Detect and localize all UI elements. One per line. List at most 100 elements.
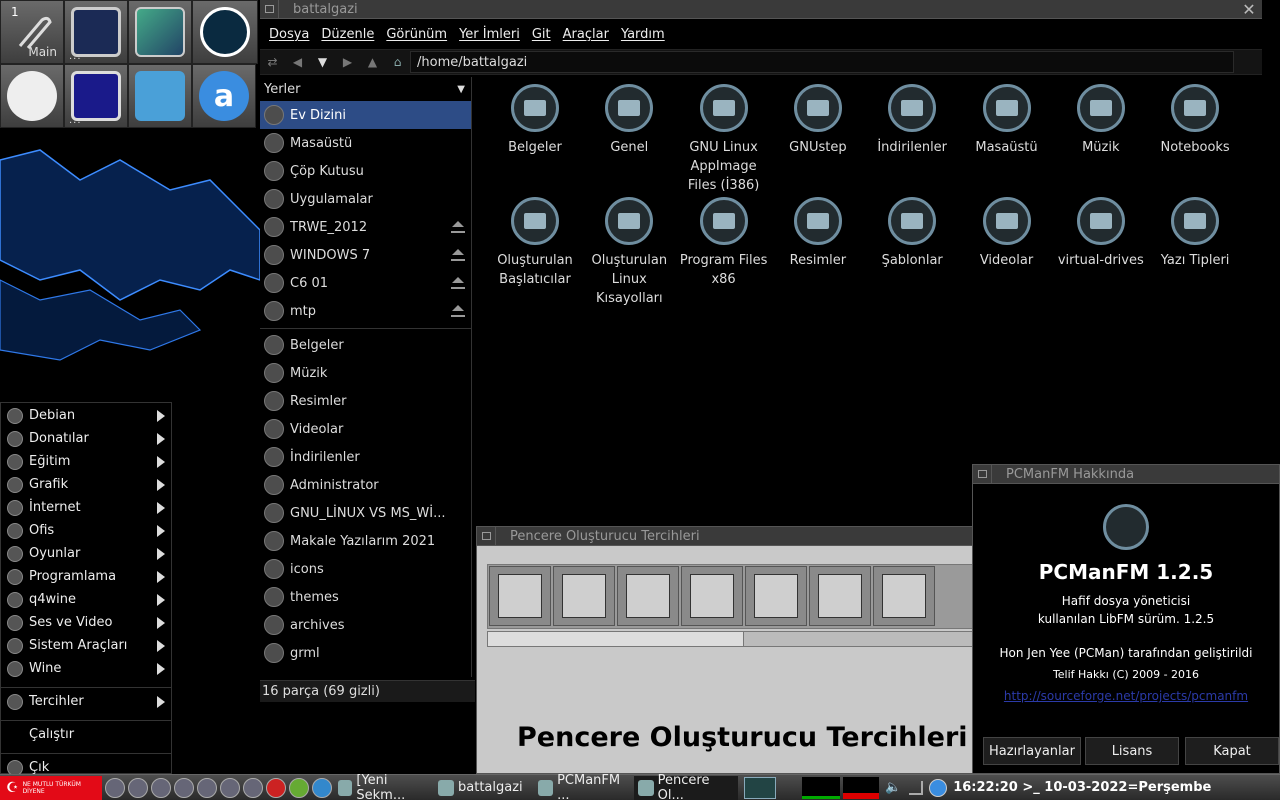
eject-icon[interactable]: [451, 305, 465, 317]
file-item[interactable]: Masaüstü: [960, 80, 1054, 157]
menu-category[interactable]: Ses ve Video: [1, 611, 171, 634]
quicklaunch-files-icon[interactable]: [128, 777, 148, 798]
file-item[interactable]: İndirilenler: [865, 80, 959, 157]
task-prefs[interactable]: Pencere Ol...: [634, 773, 738, 800]
quicklaunch-compass-icon[interactable]: [197, 777, 217, 798]
menu-category[interactable]: Programlama: [1, 565, 171, 588]
sidebar-item[interactable]: Resimler: [260, 387, 471, 415]
file-item[interactable]: Oluşturulan Linux Kısayolları: [582, 193, 676, 308]
task-about[interactable]: PCManFM ...: [534, 773, 632, 800]
dock-app-aperture[interactable]: [128, 64, 192, 128]
task-file-manager[interactable]: battalgazi: [434, 776, 532, 800]
sidebar-item[interactable]: Çöp Kutusu: [260, 157, 471, 185]
network-icon[interactable]: [929, 778, 948, 797]
quicklaunch-search-icon[interactable]: [243, 777, 263, 798]
sidebar-item[interactable]: Belgeler: [260, 331, 471, 359]
menu-bookmarks[interactable]: Yer İmleri: [459, 27, 520, 42]
file-item[interactable]: Videolar: [960, 193, 1054, 270]
about-titlebar[interactable]: PCManFM Hakkında: [973, 464, 1279, 484]
sidebar-header[interactable]: Yerler ▼: [260, 77, 471, 101]
sidebar-item[interactable]: Videolar: [260, 415, 471, 443]
path-input[interactable]: /home/battalgazi: [410, 51, 1234, 73]
back-icon[interactable]: ◀: [285, 51, 310, 73]
file-item[interactable]: virtual-drives: [1054, 193, 1148, 270]
turkish-flag-launcher[interactable]: ☪ NE MUTLU TÜRKÜM DİYENE: [0, 775, 102, 800]
sidebar-item[interactable]: Ev Dizini: [260, 101, 471, 129]
sidebar-item[interactable]: GNU_LİNUX VS MS_Wİ...: [260, 499, 471, 527]
close-icon[interactable]: ✕: [1236, 0, 1262, 19]
window-menu-icon[interactable]: [973, 464, 992, 484]
menu-category[interactable]: q4wine: [1, 588, 171, 611]
forward-icon[interactable]: ▶: [335, 51, 360, 73]
close-button[interactable]: Kapat: [1185, 737, 1279, 765]
menu-run[interactable]: Çalıştır: [1, 723, 171, 746]
dock-app-a[interactable]: a: [192, 64, 256, 128]
prefs-scrollbar[interactable]: [487, 631, 977, 647]
about-link[interactable]: http://sourceforge.net/projects/pcmanfm: [973, 689, 1279, 703]
dock-app-display[interactable]: ...: [64, 64, 128, 128]
menu-help[interactable]: Yardım: [621, 27, 665, 42]
quicklaunch-terminal-icon[interactable]: [105, 777, 125, 798]
dock-app-monitor[interactable]: ...: [64, 0, 128, 64]
menu-category[interactable]: Debian: [1, 404, 171, 427]
menu-category[interactable]: Grafik: [1, 473, 171, 496]
sidebar-item[interactable]: Makale Yazılarım 2021: [260, 527, 471, 555]
menu-tools[interactable]: Araçlar: [563, 27, 609, 42]
menu-category[interactable]: Oyunlar: [1, 542, 171, 565]
prefs-move-icon[interactable]: [553, 566, 615, 626]
sidebar-item[interactable]: Uygulamalar: [260, 185, 471, 213]
menu-edit[interactable]: Düzenle: [321, 27, 374, 42]
pager-icon[interactable]: [744, 776, 776, 799]
prefs-folder-icon[interactable]: [809, 566, 871, 626]
eject-icon[interactable]: [451, 249, 465, 261]
eject-icon[interactable]: [451, 221, 465, 233]
prefs-dialog-icon[interactable]: [745, 566, 807, 626]
menu-preferences[interactable]: Tercihler: [1, 690, 171, 713]
sidebar-item[interactable]: WINDOWS 7: [260, 241, 471, 269]
menu-category[interactable]: Sistem Araçları: [1, 634, 171, 657]
prefs-list-icon[interactable]: [617, 566, 679, 626]
prefs-window-icon[interactable]: [489, 566, 551, 626]
titlebar[interactable]: battalgazi ✕: [260, 0, 1262, 19]
new-tab-icon[interactable]: ⇄: [260, 51, 285, 73]
globe-icon[interactable]: [312, 777, 332, 798]
file-item[interactable]: Yazı Tipleri: [1148, 193, 1242, 270]
file-item[interactable]: Program Files x86: [677, 193, 771, 289]
window-menu-icon[interactable]: [260, 0, 279, 19]
menu-category[interactable]: İnternet: [1, 496, 171, 519]
prefs-titlebar[interactable]: Pencere Oluşturucu Tercihleri: [477, 526, 975, 546]
prefs-images-icon[interactable]: [681, 566, 743, 626]
quicklaunch-calculator-icon[interactable]: [220, 777, 240, 798]
quicklaunch-folder-icon[interactable]: [174, 777, 194, 798]
sidebar-item[interactable]: themes: [260, 583, 471, 611]
sidebar-item[interactable]: archives: [260, 611, 471, 639]
menu-category[interactable]: Donatılar: [1, 427, 171, 450]
quicklaunch-monitor-icon[interactable]: [151, 777, 171, 798]
file-item[interactable]: Oluşturulan Başlatıcılar: [488, 193, 582, 289]
dock-app-cube[interactable]: [128, 0, 192, 64]
dock-app-cloud[interactable]: [0, 64, 64, 128]
sidebar-item[interactable]: C6 01: [260, 269, 471, 297]
sidebar-item[interactable]: Masaüstü: [260, 129, 471, 157]
sidebar-item[interactable]: Müzik: [260, 359, 471, 387]
file-item[interactable]: Belgeler: [488, 80, 582, 157]
menu-file[interactable]: Dosya: [269, 27, 309, 42]
workspace-tile[interactable]: 1 Main: [0, 0, 64, 64]
sidebar-item[interactable]: TRWE_2012: [260, 213, 471, 241]
home-icon[interactable]: ⌂: [385, 51, 410, 73]
quicklaunch-app-icon[interactable]: [289, 777, 309, 798]
file-item[interactable]: GNUstep: [771, 80, 865, 157]
dock-app-media[interactable]: [192, 0, 258, 64]
menu-category[interactable]: Eğitim: [1, 450, 171, 473]
history-dropdown-icon[interactable]: ▼: [310, 51, 335, 73]
license-button[interactable]: Lisans: [1085, 737, 1179, 765]
prefs-tools-icon[interactable]: [873, 566, 935, 626]
task-browser[interactable]: [Yeni Sekm...: [334, 773, 432, 800]
sidebar-item[interactable]: icons: [260, 555, 471, 583]
menu-go[interactable]: Git: [532, 27, 551, 42]
cherry-icon[interactable]: [266, 777, 286, 798]
sidebar-item[interactable]: İndirilenler: [260, 443, 471, 471]
file-item[interactable]: Resimler: [771, 193, 865, 270]
menu-view[interactable]: Görünüm: [386, 27, 447, 42]
sidebar-item[interactable]: grml: [260, 639, 471, 667]
